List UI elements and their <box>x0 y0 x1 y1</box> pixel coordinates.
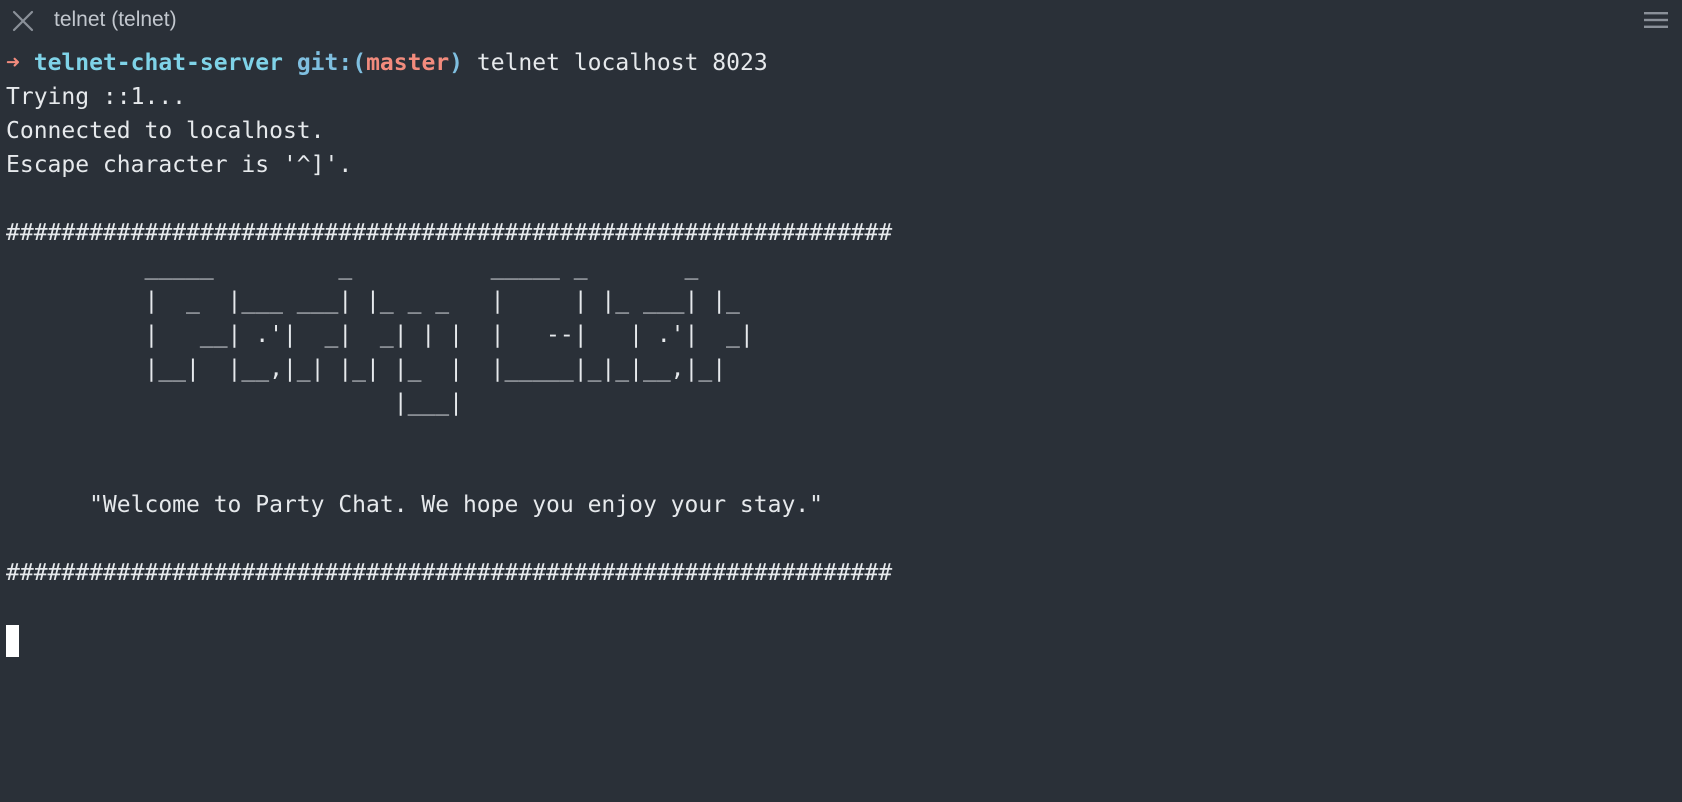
welcome-message: "Welcome to Party Chat. We hope you enjo… <box>6 492 823 518</box>
git-label-open: git:( <box>296 50 367 76</box>
ascii-art-line: |__| |__,|_| |_| |_ | |_____|_|_|__,|_| <box>6 356 727 382</box>
window-title: telnet (telnet) <box>54 8 177 31</box>
ascii-art-line: | _ |___ ___| |_ _ _ | | |_ ___| |_ <box>6 288 740 314</box>
terminal-titlebar: telnet (telnet) <box>0 0 1682 40</box>
terminal-cursor <box>6 625 19 657</box>
prompt-line: ➜ telnet-chat-server git:(master) telnet… <box>6 46 1666 80</box>
ascii-art-line: | __| .'| _| _| | | | --| | .'| _| <box>6 322 754 348</box>
hamburger-menu-icon[interactable] <box>1643 9 1669 31</box>
ascii-art-line: _____ _ _____ _ _ <box>6 254 699 280</box>
output-line: Connected to localhost. <box>6 118 325 144</box>
prompt-directory: telnet-chat-server <box>33 50 283 76</box>
input-line[interactable] <box>6 624 1666 658</box>
output-line: Trying ::1... <box>6 84 187 110</box>
ascii-art-line: |___| <box>6 390 463 416</box>
git-branch: master <box>366 50 450 76</box>
close-icon[interactable] <box>11 9 35 33</box>
terminal-output[interactable]: ➜ telnet-chat-server git:(master) telnet… <box>6 46 1666 658</box>
command-text: telnet localhost 8023 <box>476 50 768 76</box>
prompt-arrow-icon: ➜ <box>6 50 20 76</box>
git-label-close: ) <box>449 50 464 76</box>
separator-line: ########################################… <box>6 220 893 246</box>
separator-line: ########################################… <box>6 560 893 586</box>
output-line: Escape character is '^]'. <box>6 152 353 178</box>
